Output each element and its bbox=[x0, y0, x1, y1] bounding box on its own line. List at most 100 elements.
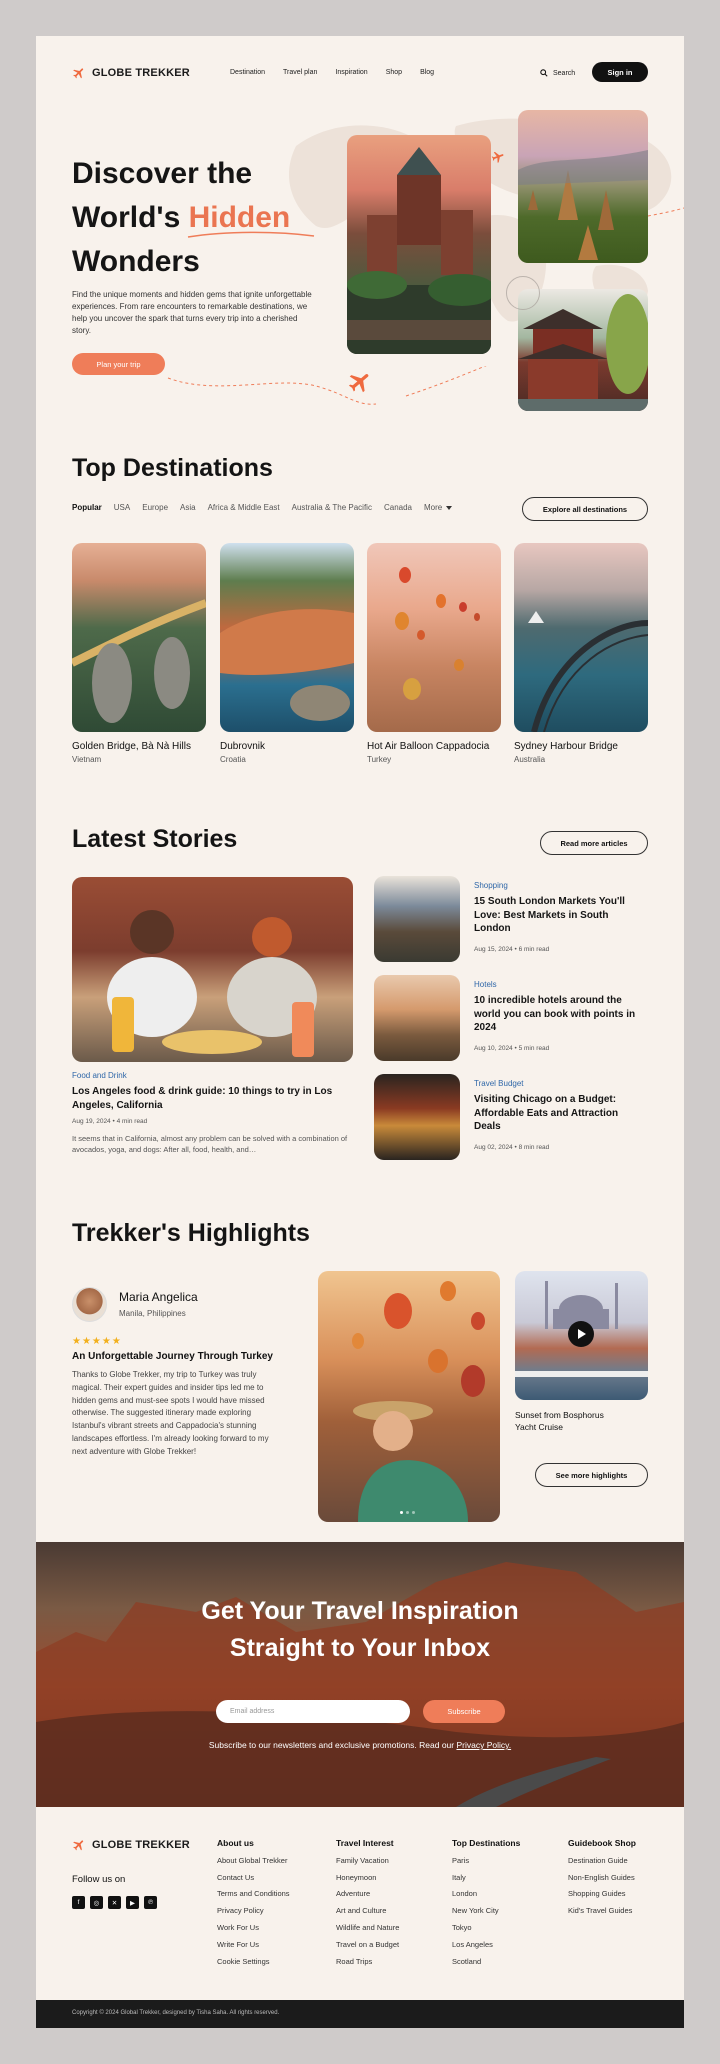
social-links: f ◎ ✕ ▶ ℗ bbox=[72, 1896, 157, 1909]
footer-link[interactable]: Art and Culture bbox=[336, 1906, 399, 1915]
tab-more-label: More bbox=[424, 503, 443, 512]
hero-title-line-3: Wonders bbox=[72, 245, 200, 278]
footer-link[interactable]: Paris bbox=[452, 1856, 520, 1865]
x-icon[interactable]: ✕ bbox=[108, 1896, 121, 1909]
story-meta: Aug 02, 2024 • 8 min read bbox=[474, 1144, 550, 1151]
pinterest-icon[interactable]: ℗ bbox=[144, 1896, 157, 1909]
avatar bbox=[72, 1287, 107, 1322]
story-item[interactable]: Travel Budget Visiting Chicago on a Budg… bbox=[374, 1074, 648, 1160]
plan-trip-button[interactable]: Plan your trip bbox=[72, 353, 165, 375]
story-read-time: 5 min read bbox=[518, 1045, 550, 1052]
destination-card[interactable]: Dubrovnik Croatia bbox=[220, 543, 354, 764]
footer-link[interactable]: Adventure bbox=[336, 1889, 399, 1898]
nav-shop[interactable]: Shop bbox=[386, 69, 402, 76]
tab-usa[interactable]: USA bbox=[114, 503, 130, 512]
tab-popular[interactable]: Popular bbox=[72, 503, 102, 512]
woman-balloons-shape bbox=[352, 1281, 485, 1522]
footer-brand-logo[interactable]: GLOBE TREKKER bbox=[72, 1838, 190, 1852]
story-title[interactable]: 15 South London Markets You'll Love: Bes… bbox=[474, 895, 644, 936]
footer-link[interactable]: Honeymoon bbox=[336, 1873, 399, 1882]
footer-link[interactable]: About Global Trekker bbox=[217, 1856, 290, 1865]
nav-destination[interactable]: Destination bbox=[230, 69, 265, 76]
read-more-articles-button[interactable]: Read more articles bbox=[540, 831, 648, 855]
footer-link[interactable]: Destination Guide bbox=[568, 1856, 636, 1865]
destination-country: Turkey bbox=[367, 755, 392, 764]
footer-link[interactable]: Italy bbox=[452, 1873, 520, 1882]
story-title[interactable]: 10 incredible hotels around the world yo… bbox=[474, 994, 644, 1035]
story-category[interactable]: Hotels bbox=[474, 980, 497, 989]
footer-link[interactable]: Road Trips bbox=[336, 1957, 399, 1966]
hero-image-quebec bbox=[347, 135, 491, 354]
newsletter-note-text: Subscribe to our newsletters and exclusi… bbox=[208, 1740, 457, 1750]
story-item[interactable]: Shopping 15 South London Markets You'll … bbox=[374, 876, 648, 962]
hero-title-world: World's bbox=[72, 201, 189, 234]
play-button[interactable] bbox=[568, 1321, 594, 1347]
destination-image-sydney bbox=[514, 543, 648, 732]
destination-card[interactable]: Golden Bridge, Bà Nà Hills Vietnam bbox=[72, 543, 206, 764]
story-meta: Aug 10, 2024 • 5 min read bbox=[474, 1045, 550, 1052]
hero-title: Discover the World's Hidden Wonders bbox=[72, 152, 290, 284]
search-label: Search bbox=[553, 69, 576, 77]
story-thumb-chicago bbox=[374, 1074, 460, 1160]
see-more-highlights-button[interactable]: See more highlights bbox=[535, 1463, 648, 1487]
youtube-icon[interactable]: ▶ bbox=[126, 1896, 139, 1909]
highlight-image-cappadocia bbox=[318, 1271, 500, 1522]
nav-inspiration[interactable]: Inspiration bbox=[335, 69, 367, 76]
nav-blog[interactable]: Blog bbox=[420, 69, 434, 76]
email-input[interactable]: Email address bbox=[216, 1700, 410, 1723]
footer-link[interactable]: Non-English Guides bbox=[568, 1873, 636, 1882]
story-title[interactable]: Visiting Chicago on a Budget: Affordable… bbox=[474, 1093, 644, 1134]
footer-link[interactable]: Contact Us bbox=[217, 1873, 290, 1882]
brand-name: GLOBE TREKKER bbox=[92, 67, 190, 79]
footer-link[interactable]: Travel on a Budget bbox=[336, 1940, 399, 1949]
tab-australia-pacific[interactable]: Australia & The Pacific bbox=[292, 503, 372, 512]
explore-all-destinations-button[interactable]: Explore all destinations bbox=[522, 497, 648, 521]
story-read-time: 6 min read bbox=[518, 946, 550, 953]
hero-title-line-1: Discover the bbox=[72, 157, 253, 190]
instagram-icon[interactable]: ◎ bbox=[90, 1896, 103, 1909]
footer-link[interactable]: London bbox=[452, 1889, 520, 1898]
tab-asia[interactable]: Asia bbox=[180, 503, 196, 512]
footer-link[interactable]: Shopping Guides bbox=[568, 1889, 636, 1898]
destination-name: Hot Air Balloon Cappadocia bbox=[367, 741, 490, 752]
nav-travel-plan[interactable]: Travel plan bbox=[283, 69, 317, 76]
tab-canada[interactable]: Canada bbox=[384, 503, 412, 512]
footer-link[interactable]: Tokyo bbox=[452, 1923, 520, 1932]
search-button[interactable]: Search bbox=[540, 69, 575, 77]
balloons-shape bbox=[395, 567, 480, 700]
brand-logo[interactable]: GLOBE TREKKER bbox=[72, 66, 190, 80]
destination-country: Australia bbox=[514, 755, 546, 764]
subscribe-button[interactable]: Subscribe bbox=[423, 1700, 505, 1723]
sign-in-button[interactable]: Sign in bbox=[592, 62, 648, 82]
story-read-time: 8 min read bbox=[518, 1144, 550, 1151]
footer-link[interactable]: Wildlife and Nature bbox=[336, 1923, 399, 1932]
footer-link[interactable]: Scotland bbox=[452, 1957, 520, 1966]
carousel-dots[interactable] bbox=[400, 1511, 415, 1514]
footer-link[interactable]: New York City bbox=[452, 1906, 520, 1915]
reviewer-name: Maria Angelica bbox=[119, 1290, 198, 1304]
footer-link[interactable]: Kid's Travel Guides bbox=[568, 1906, 636, 1915]
footer-link[interactable]: Los Angeles bbox=[452, 1940, 520, 1949]
tab-europe[interactable]: Europe bbox=[142, 503, 168, 512]
hero-image-shanghai bbox=[518, 289, 648, 411]
plane-icon bbox=[491, 151, 504, 163]
story-item[interactable]: Hotels 10 incredible hotels around the w… bbox=[374, 975, 648, 1061]
destination-card[interactable]: Sydney Harbour Bridge Australia bbox=[514, 543, 648, 764]
tab-africa-middle-east[interactable]: Africa & Middle East bbox=[208, 503, 280, 512]
story-category[interactable]: Shopping bbox=[474, 881, 508, 890]
footer-link[interactable]: Privacy Policy bbox=[217, 1906, 290, 1915]
facebook-icon[interactable]: f bbox=[72, 1896, 85, 1909]
privacy-policy-link[interactable]: Privacy Policy. bbox=[456, 1740, 511, 1750]
story-title[interactable]: Los Angeles food & drink guide: 10 thing… bbox=[72, 1085, 353, 1112]
tab-more[interactable]: More bbox=[424, 503, 453, 512]
footer-link[interactable]: Family Vacation bbox=[336, 1856, 399, 1865]
footer-link[interactable]: Write For Us bbox=[217, 1940, 290, 1949]
story-category[interactable]: Food and Drink bbox=[72, 1071, 353, 1080]
featured-story[interactable]: Food and Drink Los Angeles food & drink … bbox=[72, 877, 353, 1155]
footer-link[interactable]: Work For Us bbox=[217, 1923, 290, 1932]
footer-link[interactable]: Cookie Settings bbox=[217, 1957, 290, 1966]
destination-card[interactable]: Hot Air Balloon Cappadocia Turkey bbox=[367, 543, 501, 764]
story-category[interactable]: Travel Budget bbox=[474, 1079, 524, 1088]
highlight-video-bosphorus[interactable] bbox=[515, 1271, 648, 1400]
footer-link[interactable]: Terms and Conditions bbox=[217, 1889, 290, 1898]
